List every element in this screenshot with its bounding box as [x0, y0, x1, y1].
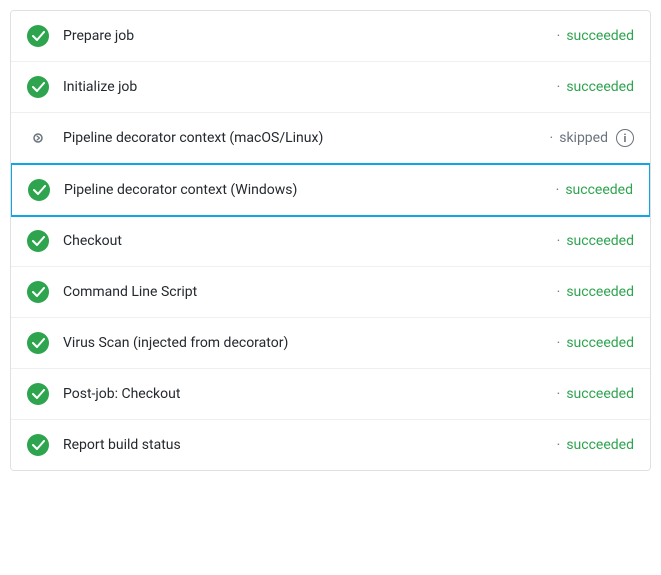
info-icon[interactable]: i — [616, 129, 634, 147]
job-item-initialize-job[interactable]: Initialize job · succeeded — [11, 62, 650, 113]
separator: · — [550, 130, 554, 146]
status-text: succeeded — [566, 284, 634, 300]
job-name: Post-job: Checkout — [63, 386, 551, 402]
job-list: Prepare job · succeeded Initialize job · suc… — [10, 10, 651, 471]
separator: · — [557, 79, 561, 95]
job-name: Checkout — [63, 233, 551, 249]
success-icon — [27, 383, 49, 405]
job-name: Pipeline decorator context (Windows) — [64, 182, 550, 198]
success-icon — [27, 230, 49, 252]
separator: · — [557, 284, 561, 300]
job-item-prepare-job[interactable]: Prepare job · succeeded — [11, 11, 650, 62]
job-item-pipeline-decorator-windows[interactable]: Pipeline decorator context (Windows) · suc… — [10, 163, 651, 217]
job-item-post-job-checkout[interactable]: Post-job: Checkout · succeeded — [11, 369, 650, 420]
separator: · — [557, 437, 561, 453]
status-text: succeeded — [565, 182, 633, 198]
status-text: succeeded — [566, 335, 634, 351]
status-text: skipped — [559, 130, 608, 146]
separator: · — [557, 233, 561, 249]
separator: · — [557, 386, 561, 402]
success-icon — [27, 332, 49, 354]
status-text: succeeded — [566, 386, 634, 402]
job-item-pipeline-decorator-macos[interactable]: Pipeline decorator context (macOS/Linux)… — [11, 113, 650, 164]
status-text: succeeded — [566, 233, 634, 249]
job-name: Initialize job — [63, 79, 551, 95]
job-name: Virus Scan (injected from decorator) — [63, 335, 551, 351]
success-icon — [27, 434, 49, 456]
status-text: succeeded — [566, 28, 634, 44]
job-item-command-line-script[interactable]: Command Line Script · succeeded — [11, 267, 650, 318]
separator: · — [557, 335, 561, 351]
job-item-checkout[interactable]: Checkout · succeeded — [11, 216, 650, 267]
separator: · — [557, 28, 561, 44]
success-icon — [28, 179, 50, 201]
skipped-icon — [27, 127, 49, 149]
job-name: Prepare job — [63, 28, 551, 44]
job-item-virus-scan[interactable]: Virus Scan (injected from decorator) · suc… — [11, 318, 650, 369]
job-name: Command Line Script — [63, 284, 551, 300]
success-icon — [27, 281, 49, 303]
job-item-report-build-status[interactable]: Report build status · succeeded — [11, 420, 650, 470]
success-icon — [27, 25, 49, 47]
job-name: Report build status — [63, 437, 551, 453]
separator: · — [556, 182, 560, 198]
success-icon — [27, 76, 49, 98]
job-name: Pipeline decorator context (macOS/Linux) — [63, 130, 544, 146]
status-text: succeeded — [566, 437, 634, 453]
status-text: succeeded — [566, 79, 634, 95]
